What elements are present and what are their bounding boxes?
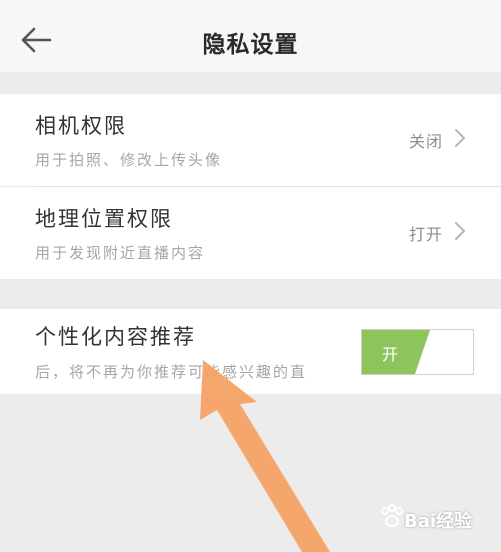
row-subtitle: 用于拍照、修改上传头像 xyxy=(35,151,223,169)
chevron-right-icon xyxy=(455,222,466,240)
row-value: 关闭 xyxy=(408,132,443,151)
section-gap xyxy=(0,72,501,94)
paw-icon xyxy=(381,504,403,527)
header-bar: 隐私设置 xyxy=(0,10,501,72)
row-subtitle: 后，将不再为你推荐可能感兴趣的直 xyxy=(35,363,308,381)
status-bar xyxy=(0,0,501,10)
camera-permission-row[interactable]: 相机权限 用于拍照、修改上传头像 关闭 xyxy=(0,94,501,186)
page-title: 隐私设置 xyxy=(202,32,299,58)
personalization-toggle[interactable]: 开 xyxy=(361,329,474,375)
personalized-recommendation-row: 个性化内容推荐 后，将不再为你推荐可能感兴趣的直 开 xyxy=(0,309,501,394)
watermark: Bai经验 xyxy=(378,500,493,534)
row-value: 打开 xyxy=(408,225,443,244)
row-title: 个性化内容推荐 xyxy=(35,325,196,349)
section-gap xyxy=(0,279,501,309)
chevron-right-icon xyxy=(455,129,466,147)
row-title: 地理位置权限 xyxy=(35,207,173,231)
toggle-label: 开 xyxy=(382,345,399,364)
watermark-text: Bai经验 xyxy=(404,511,473,532)
location-permission-row[interactable]: 地理位置权限 用于发现附近直播内容 打开 xyxy=(0,187,501,279)
privacy-settings-page: 隐私设置 相机权限 用于拍照、修改上传头像 关闭 地理位置权限 用于发现附近直播… xyxy=(0,0,501,552)
row-title: 相机权限 xyxy=(35,114,127,138)
row-subtitle: 用于发现附近直播内容 xyxy=(35,244,206,262)
